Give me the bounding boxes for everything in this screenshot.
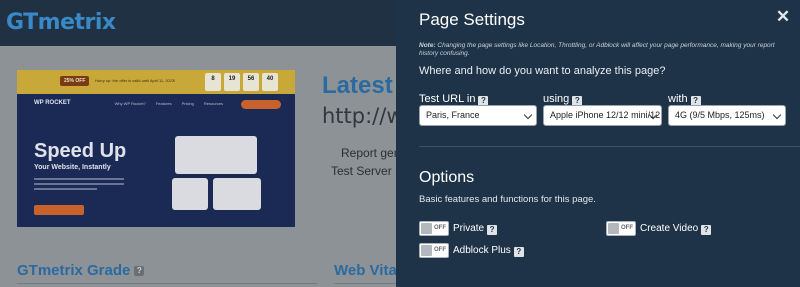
private-option: Private?	[453, 223, 498, 235]
chevron-down-icon	[523, 110, 533, 120]
help-icon[interactable]: ?	[487, 225, 498, 235]
adblock-toggle[interactable]: OFF	[419, 243, 449, 258]
device-label-text: using	[543, 93, 570, 105]
adblock-label: Adblock Plus	[453, 245, 511, 256]
toggle-knob	[421, 245, 432, 256]
create-video-option: Create Video?	[640, 223, 712, 235]
panel-title: Page Settings	[419, 10, 525, 29]
ad-discount-badge: 25% OFF	[60, 76, 90, 86]
ad-nav-item: Pricing	[181, 100, 194, 106]
ad-promo-bar: 25% OFF Hurry up: the offer is valid unt…	[17, 70, 295, 94]
wp-rocket-ad[interactable]: 25% OFF Hurry up: the offer is valid unt…	[17, 70, 295, 227]
ad-nav-item: Resources	[203, 100, 223, 106]
close-icon[interactable]: ✕	[775, 8, 791, 25]
note-prefix: Note:	[419, 42, 436, 49]
connection-label-text: with	[668, 93, 688, 105]
create-video-label: Create Video	[640, 223, 699, 234]
options-subtitle: Basic features and functions for this pa…	[419, 194, 596, 205]
ad-countdown: 8 19 56 40	[205, 73, 278, 91]
toggle-knob	[608, 223, 619, 234]
countdown-seconds: 40	[262, 73, 278, 91]
ad-cta-button	[34, 205, 84, 215]
divider	[334, 283, 396, 284]
gtmetrix-logo: GTmetrix	[6, 10, 116, 35]
device-select[interactable]: Apple iPhone 12/12 mini/12	[543, 105, 662, 126]
location-label-text: Test URL in	[419, 93, 476, 105]
gtmetrix-grade-heading: GTmetrix Grade?	[17, 262, 145, 279]
device-value: Apple iPhone 12/12 mini/12	[550, 110, 661, 120]
ad-subheadline: Your Website, Instantly	[34, 164, 111, 171]
location-select[interactable]: Paris, France	[419, 105, 537, 126]
ad-nav-item: Features	[155, 100, 172, 106]
ad-promo-text: Hurry up: the offer is valid until April…	[95, 78, 176, 83]
toggle-state: OFF	[621, 225, 633, 231]
ad-body-text	[34, 178, 124, 193]
help-icon[interactable]: ?	[701, 225, 712, 235]
connection-value: 4G (9/5 Mbps, 125ms)	[675, 110, 765, 120]
divider	[17, 283, 317, 284]
toggle-knob	[421, 223, 432, 234]
grade-heading-text: GTmetrix Grade	[17, 262, 131, 279]
ad-brand: WP ROCKET	[34, 100, 71, 106]
countdown-days: 8	[205, 73, 221, 91]
help-icon[interactable]: ?	[134, 266, 145, 276]
location-value: Paris, France	[426, 110, 480, 120]
analyze-question: Where and how do you want to analyze thi…	[419, 65, 666, 77]
toggle-state: OFF	[434, 247, 446, 253]
connection-select[interactable]: 4G (9/5 Mbps, 125ms)	[668, 105, 786, 126]
create-video-toggle[interactable]: OFF	[606, 221, 636, 236]
chevron-down-icon	[772, 110, 782, 120]
private-toggle[interactable]: OFF	[419, 221, 449, 236]
ad-nav: WP ROCKET Why WP Rocket? Features Pricin…	[34, 100, 223, 106]
help-icon[interactable]: ?	[513, 247, 524, 257]
countdown-hours: 19	[224, 73, 240, 91]
ad-headline: Speed Up	[34, 140, 127, 162]
toggle-state: OFF	[434, 225, 446, 231]
ad-illustration-card	[213, 178, 261, 210]
latest-heading: Latest	[322, 72, 393, 99]
web-vitals-heading: Web Vital	[334, 262, 401, 279]
ad-illustration-card	[175, 136, 257, 174]
countdown-minutes: 56	[243, 73, 259, 91]
section-divider	[419, 146, 800, 147]
note-text: Changing the page settings like Location…	[419, 42, 775, 57]
options-heading: Options	[419, 169, 475, 186]
settings-note: Note: Changing the page settings like Lo…	[419, 42, 789, 58]
ad-nav-item: Why WP Rocket?	[114, 100, 146, 106]
adblock-option: Adblock Plus?	[453, 245, 524, 257]
private-label: Private	[453, 223, 485, 234]
ad-cta-pill	[241, 100, 281, 109]
ad-illustration-card	[172, 178, 208, 210]
page-settings-panel: Page Settings ✕ Note: Changing the page …	[396, 0, 800, 287]
